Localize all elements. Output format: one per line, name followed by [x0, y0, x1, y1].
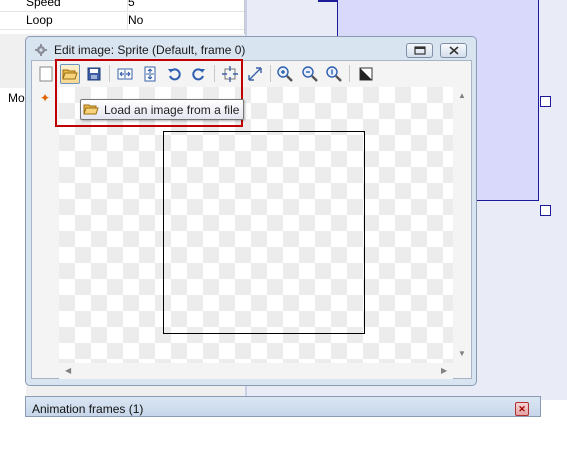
- zoom-in-button[interactable]: [275, 64, 295, 84]
- zoom-out-icon: [302, 66, 318, 82]
- resize-button[interactable]: [245, 64, 265, 84]
- horizontal-scrollbar[interactable]: ◀ ▶: [59, 363, 453, 379]
- panel-close-button[interactable]: ✕: [515, 402, 529, 416]
- zoom-reset-icon: [326, 66, 342, 82]
- close-icon: ✕: [518, 403, 526, 414]
- left-panel: [0, 88, 26, 400]
- properties-grid: Speed 5 Loop No: [0, 0, 245, 34]
- zoom-reset-button[interactable]: [324, 64, 344, 84]
- gear-icon: [35, 44, 47, 56]
- left-panel-label: Mo: [8, 91, 25, 105]
- tooltip-text: Load an image from a file: [104, 102, 240, 117]
- close-button[interactable]: [440, 43, 467, 58]
- origin-marker-icon: ✦: [39, 91, 51, 105]
- new-image-button[interactable]: [36, 64, 56, 84]
- property-row-speed[interactable]: Speed 5: [0, 0, 244, 12]
- zoom-out-button[interactable]: [300, 64, 320, 84]
- zoom-in-icon: [277, 66, 293, 82]
- property-name: Loop: [26, 13, 53, 27]
- property-value[interactable]: 5: [127, 0, 135, 11]
- image-bounds: [163, 131, 365, 334]
- new-image-icon: [39, 66, 53, 82]
- maximize-button[interactable]: [406, 43, 433, 58]
- tooltip: Load an image from a file: [80, 99, 245, 120]
- scroll-down-icon[interactable]: ▼: [458, 350, 466, 358]
- resize-handle[interactable]: [540, 205, 551, 216]
- property-value[interactable]: No: [127, 13, 143, 29]
- transparency-button[interactable]: [356, 64, 376, 84]
- scroll-up-icon[interactable]: ▲: [458, 92, 466, 100]
- scroll-left-icon[interactable]: ◀: [65, 367, 71, 375]
- maximize-icon: [413, 46, 426, 55]
- animation-frames-title: Animation frames (1): [32, 402, 144, 416]
- resize-icon: [248, 67, 262, 81]
- empty-area: [0, 417, 567, 473]
- scroll-right-icon[interactable]: ▶: [441, 367, 447, 375]
- toolbar-separator: [349, 65, 350, 82]
- dialog-title: Edit image: Sprite (Default, frame 0): [54, 43, 246, 57]
- open-folder-icon: [83, 104, 99, 115]
- property-name: Speed: [26, 0, 61, 9]
- toolbar-separator: [270, 65, 271, 82]
- close-icon: [448, 46, 459, 55]
- vertical-scrollbar[interactable]: ▲ ▼: [453, 87, 470, 363]
- property-row-loop[interactable]: Loop No: [0, 13, 244, 30]
- resize-handle[interactable]: [540, 96, 551, 107]
- transparency-icon: [359, 67, 373, 81]
